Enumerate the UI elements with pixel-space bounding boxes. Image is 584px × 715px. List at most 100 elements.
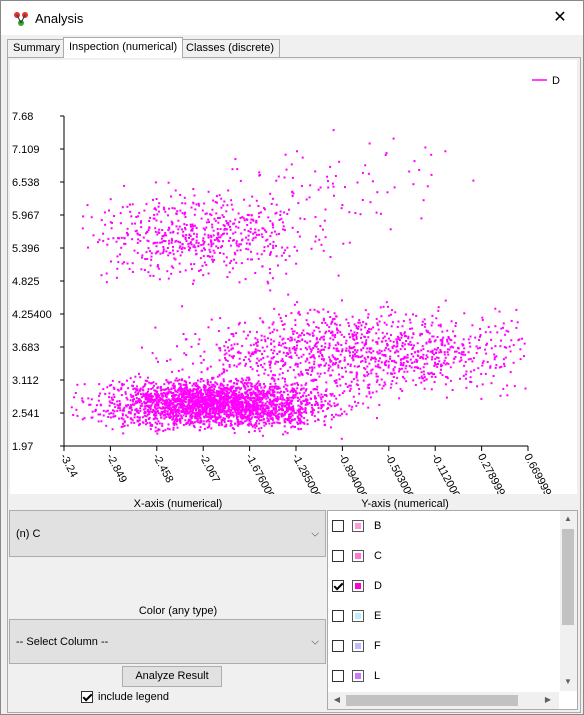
scroll-right-icon[interactable]: ▶ [540, 695, 556, 704]
scatter-point [144, 383, 147, 386]
scatter-point [211, 223, 214, 226]
scatter-point [267, 245, 269, 248]
scatter-point [188, 236, 190, 239]
scatter-point [193, 263, 196, 266]
scatter-point [287, 293, 290, 296]
scatter-point [135, 407, 138, 410]
scatter-point [184, 227, 186, 229]
scatter-point [149, 410, 152, 413]
horizontal-scrollbar[interactable]: ◀ ▶ [328, 692, 559, 709]
scatter-point [132, 380, 135, 383]
scatter-point [406, 353, 409, 356]
scatter-point [258, 171, 261, 174]
scatter-point [227, 420, 230, 422]
scatter-point [155, 219, 158, 222]
scatter-point [206, 381, 209, 384]
scatter-point [284, 380, 286, 383]
scatter-point [279, 214, 282, 216]
scatter-point [449, 379, 452, 382]
scroll-down-icon[interactable]: ▼ [560, 677, 576, 686]
scatter-point [180, 401, 183, 404]
x-tick-label: -1.285000 [289, 452, 323, 494]
scatter-point [421, 345, 424, 348]
scatter-point [334, 175, 337, 177]
scatter-point [510, 339, 513, 342]
x-tick-label: -1.676000 [243, 452, 277, 494]
horizontal-scroll-thumb[interactable] [346, 695, 518, 706]
scatter-point [163, 234, 166, 237]
scatter-point [271, 197, 274, 200]
scatter-point [266, 345, 269, 348]
scatter-point [213, 217, 216, 220]
scatter-point [327, 364, 330, 367]
scatter-point [349, 384, 352, 387]
list-item-l[interactable]: L [328, 661, 558, 691]
y-axis-column-list[interactable]: B C D E F L ▲ ▼ ◀ ▶ [327, 510, 578, 710]
list-item-f[interactable]: F [328, 631, 558, 661]
scatter-point [157, 210, 160, 213]
scatter-point [327, 180, 329, 183]
scatter-point [249, 330, 251, 333]
scatter-point [233, 422, 236, 425]
vertical-scrollbar[interactable]: ▲ ▼ [560, 511, 577, 691]
checkbox-b[interactable] [332, 520, 344, 532]
scatter-point [140, 393, 142, 396]
scatter-point [382, 305, 385, 308]
scatter-point [345, 349, 348, 352]
tab-classes[interactable]: Classes (discrete) [180, 39, 281, 57]
checkbox-c[interactable] [332, 550, 344, 562]
tab-summary[interactable]: Summary [7, 39, 67, 57]
tab-inspection[interactable]: Inspection (numerical) [63, 37, 184, 58]
checkbox-l[interactable] [332, 670, 344, 682]
scatter-point [243, 391, 246, 394]
scroll-left-icon[interactable]: ◀ [329, 695, 345, 704]
scatter-point [295, 262, 298, 265]
scatter-point [179, 390, 182, 393]
list-item-e[interactable]: E [328, 601, 558, 631]
include-legend-checkbox[interactable] [81, 691, 93, 703]
scatter-point [269, 386, 271, 389]
scatter-point [294, 319, 297, 322]
scatter-point [356, 342, 359, 344]
scatter-point [126, 416, 129, 419]
list-item-c[interactable]: C [328, 541, 558, 571]
scatter-point [211, 389, 213, 392]
scatter-point [118, 381, 121, 383]
x-axis-select[interactable]: (n) C ⌵ [9, 510, 326, 557]
swatch-fill-b [355, 523, 361, 529]
scatter-point [126, 379, 128, 382]
scatter-point [422, 370, 425, 373]
vertical-scroll-thumb[interactable] [562, 529, 574, 625]
scatter-point [323, 415, 326, 418]
scatter-point [208, 404, 211, 407]
scatter-point [303, 391, 306, 394]
scatter-point [211, 407, 214, 410]
color-select[interactable]: -- Select Column -- ⌵ [9, 619, 326, 664]
list-item-d[interactable]: D [328, 571, 558, 601]
scatter-point [282, 360, 285, 363]
scatter-point [435, 317, 438, 320]
include-legend-toggle[interactable]: include legend [81, 691, 169, 703]
scatter-point [231, 402, 234, 405]
scatter-point [235, 382, 238, 385]
scatter-point [408, 365, 411, 368]
column-label-b: B [374, 520, 382, 532]
scatter-point [222, 410, 225, 413]
scatter-point [308, 366, 311, 369]
scatter-point [124, 391, 127, 394]
scatter-point [193, 400, 196, 403]
scatter-point [383, 349, 386, 352]
list-item-b[interactable]: B [328, 511, 558, 541]
scatter-point [364, 326, 367, 329]
checkbox-d[interactable] [332, 580, 344, 592]
scatter-point [250, 397, 253, 400]
analyze-result-button[interactable]: Analyze Result [122, 666, 222, 687]
scatter-point [281, 324, 284, 326]
checkbox-e[interactable] [332, 610, 344, 622]
checkbox-f[interactable] [332, 640, 344, 652]
scatter-point [337, 366, 340, 369]
scatter-point [305, 402, 308, 405]
scroll-up-icon[interactable]: ▲ [560, 514, 576, 523]
close-icon[interactable]: ✕ [543, 4, 577, 32]
scatter-point [262, 421, 265, 424]
